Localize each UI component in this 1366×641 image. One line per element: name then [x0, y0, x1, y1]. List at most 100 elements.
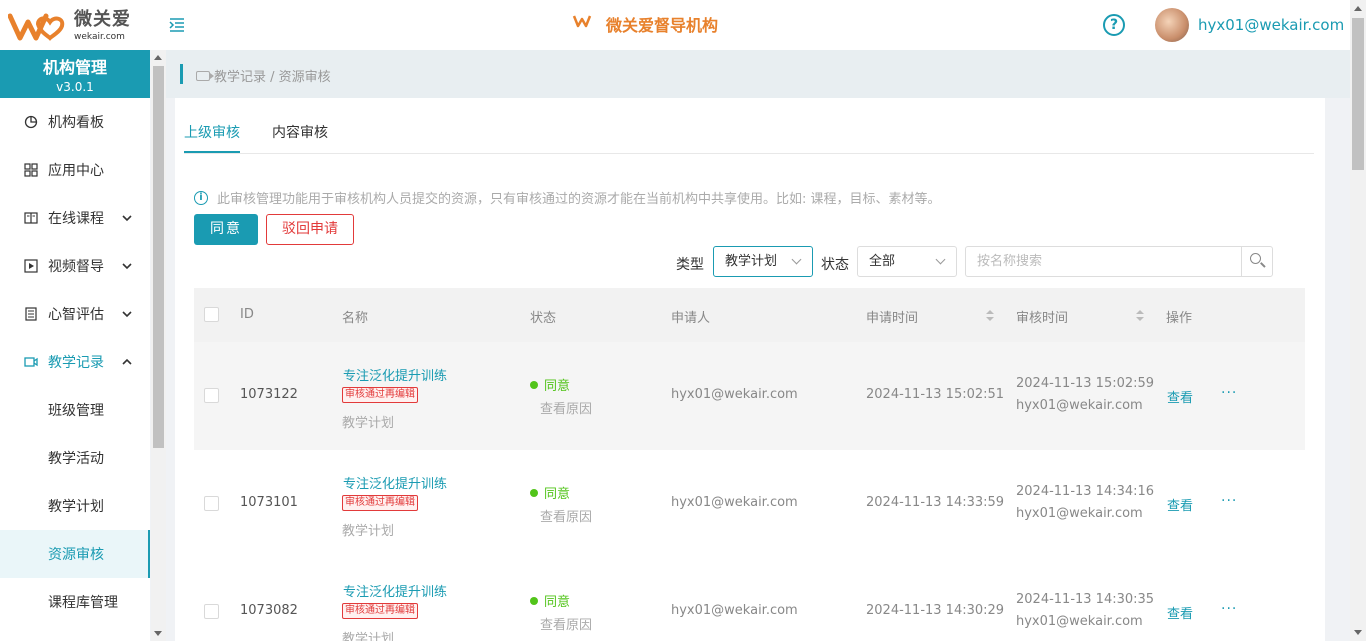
column-header-apply-time[interactable]: 申请时间 — [866, 307, 918, 326]
sidebar-subitem-teaching-plans[interactable]: 教学计划 — [0, 482, 150, 530]
status-filter-label: 状态 — [821, 257, 849, 273]
view-button[interactable]: 查看 — [1167, 603, 1193, 622]
play-square-icon — [24, 259, 38, 273]
row-checkbox[interactable] — [204, 496, 219, 511]
status-badge: 审核通过再编辑 — [342, 495, 418, 511]
table-row[interactable]: 1073101 专注泛化提升训练 审核通过再编辑 教学计划 同意 查看原因 hy… — [194, 450, 1305, 558]
more-actions-icon[interactable]: ··· — [1221, 493, 1237, 509]
sidebar-item-online-course[interactable]: 在线课程 — [0, 194, 150, 242]
scroll-up-arrow-icon[interactable] — [1354, 6, 1362, 11]
sidebar-item-app-center[interactable]: 应用中心 — [0, 146, 150, 194]
resource-type: 教学计划 — [342, 632, 395, 641]
row-id: 1073122 — [240, 387, 298, 402]
logo[interactable]: 微关爱 wekair.com — [7, 6, 138, 46]
reviewer: hyx01@wekair.com — [1016, 506, 1143, 521]
agree-button[interactable]: 同意 — [194, 214, 258, 245]
tab-superior-review[interactable]: 上级审核 — [184, 122, 240, 153]
sidebar-subitem-course-library[interactable]: 课程库管理 — [0, 578, 150, 626]
more-actions-icon[interactable]: ··· — [1221, 385, 1237, 401]
resource-name-link[interactable]: 专注泛化提升训练 — [343, 581, 447, 600]
column-header-id: ID — [240, 307, 254, 322]
search-button[interactable] — [1241, 247, 1272, 276]
chevron-up-icon — [122, 355, 132, 365]
main-scrollbar[interactable] — [1350, 0, 1366, 641]
type-select[interactable]: 教学计划 — [713, 246, 813, 277]
sidebar-item-teaching-records[interactable]: 教学记录 — [0, 338, 150, 386]
sidebar: 机构管理 v3.0.1 机构看板 应用中心 在线课程 视频督导 心智评估 教学记… — [0, 50, 150, 641]
row-checkbox[interactable] — [204, 604, 219, 619]
sidebar-subitem-resource-review[interactable]: 资源审核 — [0, 530, 150, 578]
view-reason-link[interactable]: 查看原因 — [540, 506, 592, 525]
avatar[interactable] — [1155, 8, 1189, 42]
review-status-text: 同意 — [544, 379, 571, 394]
breadcrumb-accent — [180, 64, 183, 84]
scrollbar-thumb[interactable] — [153, 66, 164, 448]
apply-time: 2024-11-13 14:30:29 — [866, 603, 1005, 618]
table-row[interactable]: 1073082 专注泛化提升训练 审核通过再编辑 教学计划 同意 查看原因 hy… — [194, 558, 1305, 641]
list-doc-icon — [24, 307, 38, 321]
sidebar-subitem-teaching-activities[interactable]: 教学活动 — [0, 434, 150, 482]
status-badge: 审核通过再编辑 — [342, 387, 418, 403]
sidebar-item-label: 应用中心 — [48, 163, 104, 179]
applicant: hyx01@wekair.com — [671, 387, 798, 402]
resource-name-link[interactable]: 专注泛化提升训练 — [343, 473, 447, 492]
reviewer: hyx01@wekair.com — [1016, 398, 1143, 413]
review-time: 2024-11-13 15:02:59 — [1016, 376, 1155, 391]
review-table: ID 名称 状态 申请人 申请时间 审核时间 操作 1073122 专注泛化提升… — [194, 288, 1305, 641]
brand-center: 微关爱督导机构 — [572, 12, 718, 36]
table-row[interactable]: 1073122 专注泛化提升训练 审核通过再编辑 教学计划 同意 查看原因 hy… — [194, 342, 1305, 450]
sidebar-item-video-supervision[interactable]: 视频督导 — [0, 242, 150, 290]
sidebar-item-label: 心智评估 — [48, 307, 104, 323]
sidebar-item-mind-assessment[interactable]: 心智评估 — [0, 290, 150, 338]
scroll-up-arrow-icon[interactable] — [154, 55, 162, 60]
status-dot-icon — [530, 596, 538, 605]
resource-type: 教学计划 — [342, 524, 395, 539]
brand-title: 微关爱督导机构 — [606, 16, 719, 35]
logo-en-text: wekair.com — [74, 31, 125, 42]
column-header-review-time[interactable]: 审核时间 — [1016, 307, 1068, 326]
status-select[interactable]: 全部 — [857, 246, 957, 277]
chevron-down-icon — [935, 254, 946, 265]
sidebar-item-dashboard[interactable]: 机构看板 — [0, 98, 150, 146]
sidebar-subitem-class-management[interactable]: 班级管理 — [0, 386, 150, 434]
reject-request-button[interactable]: 驳回申请 — [266, 214, 354, 245]
view-button[interactable]: 查看 — [1167, 387, 1193, 406]
grid-apps-icon — [24, 163, 38, 177]
sidebar-item-label: 机构看板 — [48, 115, 104, 131]
reviewer: hyx01@wekair.com — [1016, 614, 1143, 629]
sort-icon[interactable] — [1136, 310, 1144, 322]
scrollbar-thumb[interactable] — [1352, 18, 1364, 170]
video-camera-icon — [196, 70, 214, 81]
question-circle-icon[interactable]: ? — [1103, 14, 1125, 36]
chevron-down-icon — [122, 259, 132, 270]
video-camera-icon — [24, 355, 38, 369]
column-header-action: 操作 — [1166, 311, 1193, 326]
status-dot-icon — [530, 488, 538, 497]
search-input[interactable] — [966, 247, 1272, 276]
scroll-down-arrow-icon[interactable] — [154, 631, 162, 636]
resource-type: 教学计划 — [342, 416, 395, 431]
info-circle-icon: i — [194, 190, 208, 205]
search-box — [965, 246, 1273, 277]
more-actions-icon[interactable]: ··· — [1221, 601, 1237, 617]
view-reason-link[interactable]: 查看原因 — [540, 398, 592, 417]
chevron-down-icon — [122, 307, 132, 318]
tab-content-review[interactable]: 内容审核 — [272, 122, 328, 153]
view-reason-link[interactable]: 查看原因 — [540, 614, 592, 633]
applicant: hyx01@wekair.com — [671, 495, 798, 510]
sidebar-nav: 机构看板 应用中心 在线课程 视频督导 心智评估 教学记录 班级管理 教学活动 … — [0, 98, 150, 626]
chevron-down-icon — [791, 254, 802, 265]
sidebar-scrollbar[interactable] — [151, 50, 166, 641]
view-button[interactable]: 查看 — [1167, 495, 1193, 514]
org-title: 机构管理 — [42, 58, 107, 77]
menu-collapse-icon[interactable] — [168, 16, 186, 34]
select-all-checkbox[interactable] — [204, 307, 219, 322]
user-email[interactable]: hyx01@wekair.com — [1198, 16, 1344, 34]
review-time: 2024-11-13 14:30:35 — [1016, 592, 1155, 607]
search-icon-handle — [1260, 262, 1266, 268]
scroll-down-arrow-icon[interactable] — [1354, 630, 1362, 635]
top-header: 微关爱 wekair.com 微关爱督导机构 ? hyx01@wekair.co… — [0, 0, 1366, 50]
sort-icon[interactable] — [986, 310, 994, 322]
resource-name-link[interactable]: 专注泛化提升训练 — [343, 365, 447, 384]
row-checkbox[interactable] — [204, 388, 219, 403]
